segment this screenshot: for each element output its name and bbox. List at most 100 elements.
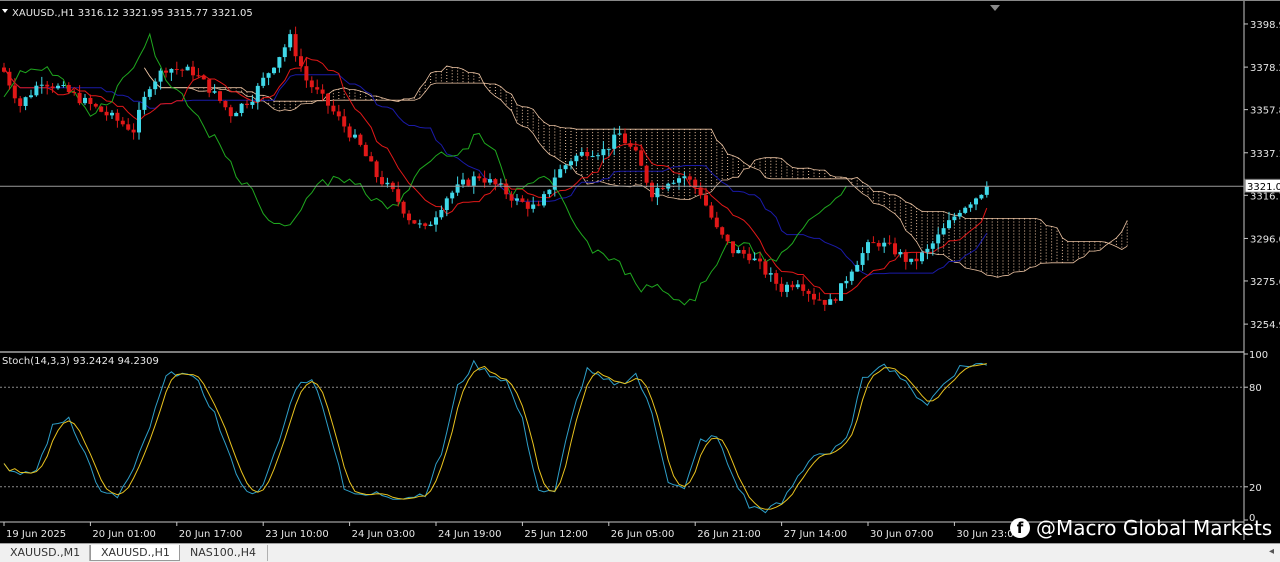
candles (2, 26, 989, 312)
price-tick-label: 3275.6 (1250, 277, 1280, 288)
candle-body (887, 242, 892, 244)
tab-nas100-h4[interactable]: NAS100.,H4 (180, 545, 268, 561)
candle-body (428, 224, 433, 226)
candle-body (315, 87, 320, 90)
time-tick-label: 30 Jun 07:00 (870, 529, 934, 540)
candle-body (115, 112, 120, 121)
stoch-signal-line (3, 363, 987, 510)
price-tick-label: 3378.2 (1250, 63, 1280, 74)
candle-body (585, 152, 590, 157)
candle-body (687, 176, 692, 180)
candle-body (903, 252, 908, 262)
candle-body (23, 97, 28, 106)
candle-body (196, 75, 201, 77)
candle-body (255, 85, 260, 102)
tab-xauusd-h1[interactable]: XAUUSD.,H1 (90, 545, 180, 561)
candle-body (336, 111, 341, 117)
candle-body (158, 70, 163, 82)
price-tick-label: 3398.9 (1250, 20, 1280, 31)
candle-body (720, 227, 725, 235)
candle-body (18, 98, 23, 106)
candle-body (407, 213, 411, 221)
candle-body (34, 85, 39, 96)
candle-body (795, 284, 800, 288)
candle-body (56, 85, 60, 89)
price-chart[interactable]: 3321.053398.93378.23357.83337.13316.7329… (0, 0, 1280, 543)
candle-body (439, 210, 444, 218)
candle-body (984, 186, 989, 195)
candle-body (909, 258, 914, 262)
candle-body (552, 177, 557, 190)
candle-body (120, 120, 125, 125)
candle-body (785, 284, 789, 292)
candle-body (547, 189, 552, 195)
candle-body (326, 93, 330, 106)
candle-body (212, 91, 217, 93)
candle-body (358, 134, 363, 145)
candle-body (941, 228, 946, 235)
candle-body (822, 299, 827, 305)
candle-body (461, 179, 465, 185)
candle-body (466, 179, 471, 186)
watermark: f @Macro Global Markets (1010, 515, 1272, 541)
candle-body (293, 34, 298, 57)
trading-terminal-window: 3321.053398.93378.23357.83337.13316.7329… (0, 0, 1280, 562)
candle-body (525, 201, 530, 209)
candle-body (164, 70, 168, 73)
candle-body (477, 176, 482, 179)
candle-body (855, 264, 860, 272)
tab-xauusd-m1[interactable]: XAUUSD.,M1 (0, 545, 90, 561)
candle-body (239, 103, 244, 114)
time-tick-label: 20 Jun 17:00 (179, 529, 243, 540)
candle-body (471, 176, 476, 186)
candle-body (623, 133, 627, 144)
time-tick-label: 19 Jun 2025 (6, 529, 66, 540)
candle-body (876, 242, 881, 247)
time-tick-label: 24 Jun 19:00 (438, 529, 502, 540)
candle-body (639, 150, 644, 166)
tabs-scroll-left-icon[interactable]: ◂ (1269, 546, 1274, 557)
candle-body (839, 283, 843, 301)
price-tick-label: 3337.1 (1250, 149, 1280, 160)
candle-body (866, 242, 870, 254)
candle-body (142, 96, 147, 110)
candle-body (380, 177, 384, 185)
time-tick-label: 26 Jun 05:00 (611, 529, 675, 540)
candle-body (709, 205, 714, 218)
candle-body (444, 198, 449, 211)
candle-body (29, 95, 33, 98)
candle-body (644, 165, 649, 183)
candle-body (83, 97, 87, 104)
candle-body (417, 223, 422, 225)
candle-body (93, 103, 98, 107)
candle-body (504, 183, 509, 195)
candle-body (180, 69, 185, 71)
candle-body (736, 249, 741, 254)
candle-body (7, 71, 12, 86)
candle-body (590, 156, 595, 158)
candle-body (282, 47, 287, 58)
price-tick-label: 3254.9 (1250, 320, 1280, 331)
candle-body (828, 299, 833, 305)
candle-body (531, 204, 536, 209)
candle-body (423, 223, 428, 226)
candle-body (579, 152, 584, 156)
candle-body (455, 184, 460, 193)
candle-body (201, 75, 206, 80)
candle-body (768, 273, 773, 275)
candle-body (88, 97, 93, 104)
candle-body (671, 182, 676, 184)
candle-body (218, 91, 222, 101)
candle-body (126, 124, 131, 130)
candle-body (363, 144, 368, 157)
candle-body (304, 66, 309, 81)
candle-body (606, 148, 611, 150)
candle-body (806, 290, 811, 294)
chart-shift-marker-icon (990, 5, 1000, 11)
candle-body (66, 84, 71, 93)
candle-body (536, 204, 541, 206)
candle-body (396, 189, 401, 202)
candle-body (450, 192, 455, 199)
stochastic-label: Stoch(14,3,3) 93.2424 94.2309 (2, 356, 159, 367)
candle-body (250, 101, 255, 105)
